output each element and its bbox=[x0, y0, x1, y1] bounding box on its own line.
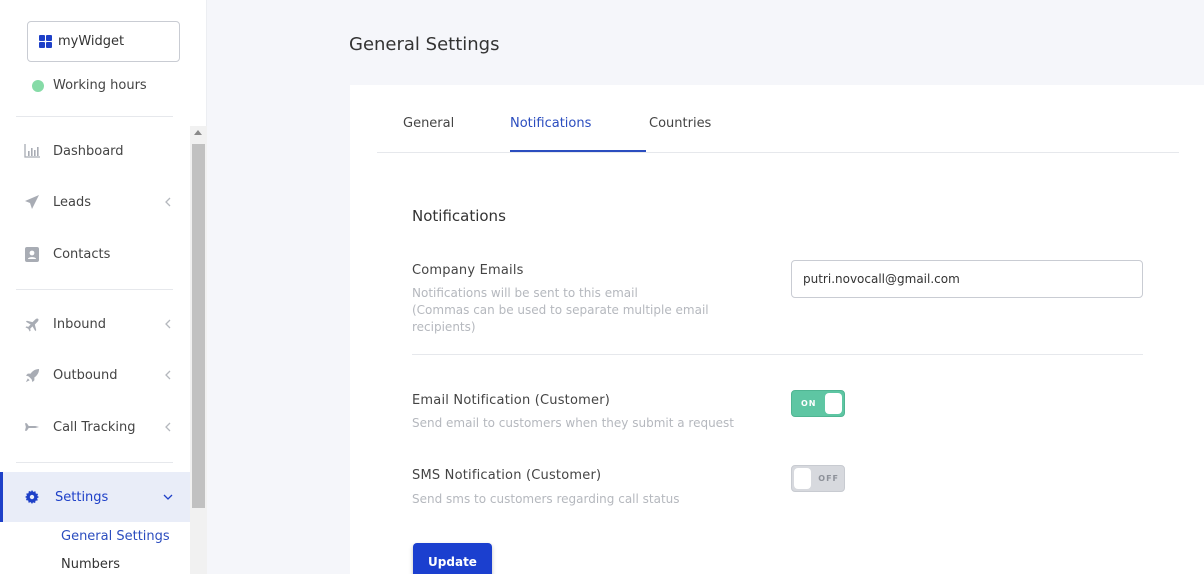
settings-panel: General Notifications Countries Notifica… bbox=[350, 85, 1204, 574]
contact-card-icon bbox=[24, 246, 40, 262]
sidebar-item-call-tracking[interactable]: Call Tracking bbox=[0, 412, 190, 442]
sidebar-item-inbound[interactable]: Inbound bbox=[0, 309, 190, 339]
sidebar-item-contacts[interactable]: Contacts bbox=[0, 239, 190, 269]
gear-icon bbox=[24, 489, 40, 505]
toggle-state-label: ON bbox=[801, 399, 817, 408]
company-emails-label: Company Emails bbox=[412, 263, 524, 278]
tab-general[interactable]: General bbox=[403, 116, 454, 131]
working-hours-status: Working hours bbox=[32, 78, 147, 93]
sidebar-divider bbox=[16, 289, 173, 290]
tab-countries[interactable]: Countries bbox=[649, 116, 711, 131]
sidebar-item-leads[interactable]: Leads bbox=[0, 187, 190, 217]
sidebar-item-label: Contacts bbox=[53, 246, 111, 262]
sidebar-item-label: Inbound bbox=[53, 316, 107, 332]
company-emails-desc-note: (Commas can be used to separate multiple… bbox=[412, 303, 709, 334]
company-emails-desc: Notifications will be sent to this email bbox=[412, 286, 638, 300]
toggle-knob bbox=[794, 468, 811, 489]
toggle-knob bbox=[825, 393, 842, 414]
chevron-down-icon bbox=[163, 494, 173, 500]
toggle-state-label: OFF bbox=[818, 474, 839, 483]
sms-notification-label: SMS Notification (Customer) bbox=[412, 468, 602, 483]
page-title: General Settings bbox=[349, 34, 500, 55]
airplane-icon bbox=[24, 316, 40, 332]
tab-notifications[interactable]: Notifications bbox=[510, 116, 591, 131]
settings-tabs: General Notifications Countries bbox=[377, 85, 1179, 153]
sidebar-divider bbox=[16, 116, 173, 117]
email-notification-toggle[interactable]: ON bbox=[791, 390, 845, 417]
paper-plane-icon bbox=[24, 194, 40, 210]
company-emails-input[interactable] bbox=[791, 260, 1143, 298]
active-tab-indicator bbox=[510, 150, 646, 152]
widget-name: myWidget bbox=[58, 34, 125, 49]
sidebar-scrollbar[interactable] bbox=[190, 126, 207, 574]
section-title: Notifications bbox=[412, 207, 506, 225]
sidebar-subitem-numbers[interactable]: Numbers bbox=[61, 557, 120, 572]
sidebar-divider bbox=[16, 462, 173, 463]
sms-notification-toggle[interactable]: OFF bbox=[791, 465, 845, 492]
sidebar-item-label: Settings bbox=[55, 489, 109, 505]
section-divider bbox=[412, 354, 1143, 355]
chevron-left-icon bbox=[165, 197, 171, 207]
email-notification-desc: Send email to customers when they submit… bbox=[412, 416, 735, 430]
tracking-icon bbox=[24, 419, 40, 435]
widget-selector[interactable]: myWidget bbox=[27, 21, 180, 62]
scroll-thumb[interactable] bbox=[192, 144, 205, 508]
chevron-left-icon bbox=[165, 422, 171, 432]
grid-icon bbox=[39, 35, 52, 48]
chevron-left-icon bbox=[165, 370, 171, 380]
sms-notification-desc: Send sms to customers regarding call sta… bbox=[412, 492, 680, 506]
sidebar-item-settings[interactable]: Settings bbox=[0, 472, 190, 522]
sidebar-item-label: Call Tracking bbox=[53, 419, 136, 435]
chevron-left-icon bbox=[165, 319, 171, 329]
sidebar-subitem-general-settings[interactable]: General Settings bbox=[61, 529, 170, 544]
working-hours-label: Working hours bbox=[53, 78, 147, 93]
email-notification-label: Email Notification (Customer) bbox=[412, 393, 611, 408]
update-button[interactable]: Update bbox=[413, 543, 492, 574]
sidebar-item-dashboard[interactable]: Dashboard bbox=[0, 136, 190, 166]
sidebar-item-outbound[interactable]: Outbound bbox=[0, 360, 190, 390]
sidebar-item-label: Outbound bbox=[53, 367, 118, 383]
bar-chart-icon bbox=[24, 143, 40, 159]
scroll-up-arrow-icon[interactable] bbox=[194, 130, 202, 135]
sidebar-item-label: Dashboard bbox=[53, 143, 124, 159]
status-dot bbox=[32, 79, 44, 92]
rocket-icon bbox=[24, 367, 40, 383]
sidebar: myWidget Working hours Dashboard Leads C… bbox=[0, 0, 207, 574]
sidebar-item-label: Leads bbox=[53, 194, 92, 210]
